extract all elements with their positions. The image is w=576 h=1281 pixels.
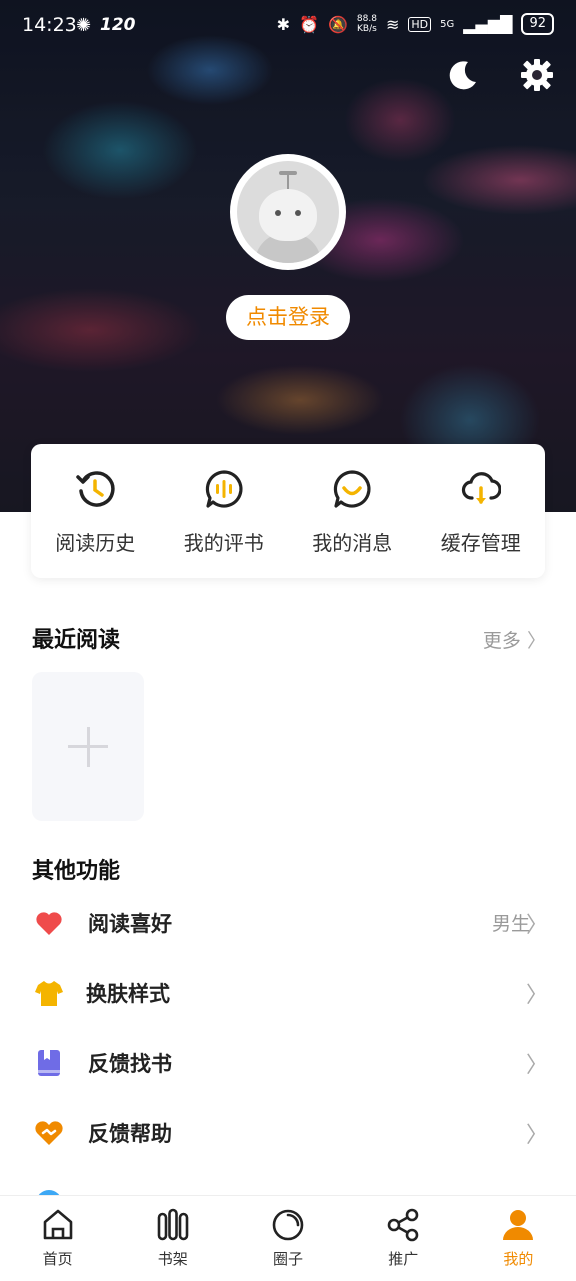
net-speed: 88.8 KB/s: [357, 14, 377, 34]
battery-indicator: 92: [521, 13, 554, 35]
nav-mine[interactable]: 我的: [461, 1196, 576, 1281]
bookshelf-icon: [157, 1208, 189, 1241]
feature-row-reading-preference[interactable]: 阅读喜好 男生 〉: [0, 890, 576, 960]
hd-badge: HD: [408, 16, 432, 32]
home-icon: [43, 1209, 72, 1240]
recent-reading-more-link[interactable]: 更多 〉: [483, 626, 546, 653]
quick-action-my-messages[interactable]: 我的消息: [288, 444, 417, 578]
chevron-right-icon: 〉: [525, 983, 548, 1008]
chevron-right-icon: 〉: [526, 630, 546, 652]
alarm-icon: ⏰: [299, 14, 319, 34]
wifi-icon: ≋: [385, 14, 400, 34]
chevron-right-icon: 〉: [525, 913, 548, 938]
net-speed-value: 88.8: [356, 14, 377, 24]
add-book-tile[interactable]: [32, 672, 144, 821]
feature-label: 反馈帮助: [88, 1122, 172, 1146]
net-speed-unit: KB/s: [357, 24, 377, 34]
more-label: 更多: [482, 630, 521, 652]
book-icon: [38, 1050, 60, 1076]
moon-icon[interactable]: [446, 58, 480, 101]
header-actions: [446, 58, 554, 101]
share-icon: [387, 1208, 419, 1242]
quick-action-my-reviews[interactable]: 我的评书: [160, 444, 289, 578]
audio-bubble-icon: [205, 470, 243, 508]
quick-action-label: 阅读历史: [55, 531, 136, 555]
circle-icon: [272, 1209, 304, 1241]
mute-icon: 🔕: [327, 14, 348, 34]
quick-action-label: 我的评书: [183, 531, 264, 555]
nav-bookshelf[interactable]: 书架: [115, 1196, 230, 1281]
chevron-right-icon: 〉: [525, 1053, 548, 1078]
bluetooth-icon: ✱: [276, 14, 291, 34]
avatar-robot-image: [237, 161, 339, 263]
help-heart-icon: [35, 1121, 63, 1145]
quick-action-label: 我的消息: [312, 531, 393, 555]
tshirt-icon: [35, 981, 63, 1006]
nav-label: 推广: [388, 1250, 419, 1268]
feature-row-feedback-help[interactable]: 反馈帮助 〉: [0, 1100, 576, 1170]
nav-circle[interactable]: 圈子: [230, 1196, 345, 1281]
quick-actions-card: 阅读历史 我的评书 我的消息 缓存管理: [31, 444, 545, 578]
refresh-rate-icon: ✺: [76, 15, 92, 36]
nav-home[interactable]: 首页: [0, 1196, 115, 1281]
feature-value: 男生: [491, 913, 530, 935]
status-bar: 14:23 ✺ 120 ✱ ⏰ 🔕 88.8 KB/s ≋ HD 5G ▂▄▆█…: [0, 0, 576, 52]
gear-icon[interactable]: [520, 58, 554, 101]
refresh-rate-label: 120: [100, 15, 136, 35]
feature-row-feedback-find-book[interactable]: 反馈找书 〉: [0, 1030, 576, 1100]
bottom-navigation: 首页 书架 圈子 推广 我的: [0, 1195, 576, 1281]
chevron-right-icon: 〉: [525, 1123, 548, 1148]
feature-label: 阅读喜好: [88, 912, 172, 936]
quick-action-cache-management[interactable]: 缓存管理: [417, 444, 546, 578]
message-smile-icon: [334, 470, 371, 508]
nav-label: 我的: [503, 1250, 534, 1268]
signal-icon: ▂▄▆█: [463, 14, 513, 34]
profile-icon: [503, 1210, 534, 1240]
nav-label: 首页: [42, 1250, 73, 1268]
nav-promote[interactable]: 推广: [346, 1196, 461, 1281]
status-time: 14:23: [22, 14, 77, 36]
login-button[interactable]: 点击登录: [226, 295, 350, 340]
feature-label: 反馈找书: [88, 1052, 172, 1076]
quick-action-reading-history[interactable]: 阅读历史: [31, 444, 160, 578]
avatar[interactable]: [230, 154, 346, 270]
other-features-title: 其他功能: [32, 858, 121, 884]
nav-label: 圈子: [273, 1250, 304, 1268]
heart-icon: [36, 912, 62, 935]
quick-action-label: 缓存管理: [440, 531, 521, 555]
feature-label: 换肤样式: [86, 982, 170, 1006]
signal-label: 5G: [440, 18, 455, 30]
feature-row-skin-style[interactable]: 换肤样式 〉: [0, 960, 576, 1030]
history-clock-icon: [76, 471, 115, 507]
cloud-download-icon: [461, 472, 501, 504]
recent-reading-title: 最近阅读: [32, 627, 121, 653]
nav-label: 书架: [157, 1250, 188, 1268]
